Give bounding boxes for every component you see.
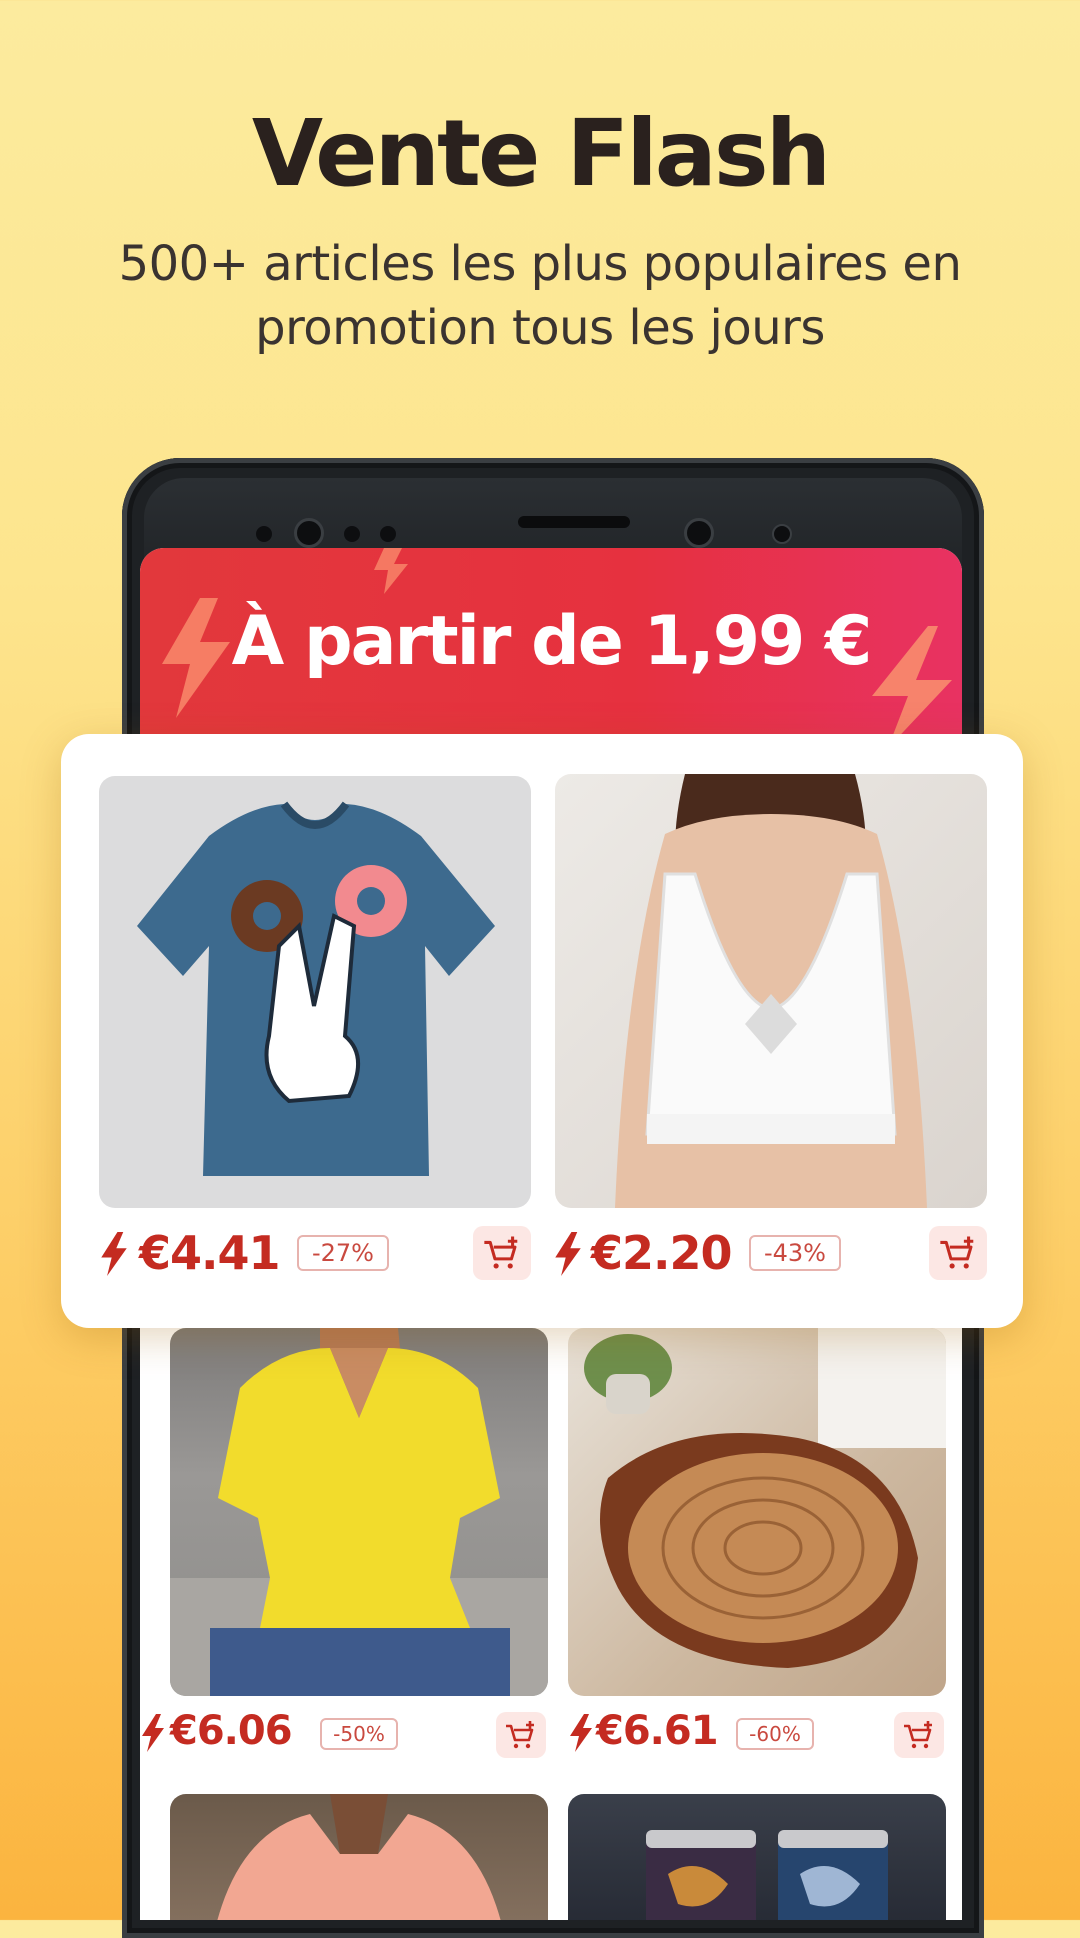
front-camera — [294, 518, 324, 548]
product-price: €6.61 — [596, 1708, 719, 1754]
lightning-bolt-icon — [570, 1714, 592, 1752]
page-title: Vente Flash — [251, 100, 831, 207]
add-to-cart-icon — [506, 1721, 534, 1749]
front-sensor — [256, 526, 272, 542]
front-sensor-3 — [380, 526, 396, 542]
lightning-bolt-icon — [101, 1232, 127, 1276]
lightning-bolt-icon — [142, 1714, 164, 1752]
front-sensor-2 — [344, 526, 360, 542]
lightning-bolt-icon — [374, 548, 408, 594]
discount-badge: -43% — [749, 1235, 841, 1271]
earpiece-speaker — [518, 516, 630, 528]
product-price: €4.41 — [139, 1226, 281, 1280]
dragon-mugs-illustration — [646, 1830, 888, 1920]
banner-text: À partir de 1,99 € — [231, 602, 873, 681]
proximity-sensor — [684, 518, 714, 548]
page-subtitle: 500+ articles les plus populaires en pro… — [60, 232, 1020, 360]
add-to-cart-button[interactable] — [473, 1226, 531, 1280]
product-image-bra[interactable] — [555, 774, 987, 1208]
product-image-wood-rug[interactable] — [568, 1328, 946, 1696]
product-image-pink-shirt[interactable] — [170, 1794, 548, 1920]
subtitle-line-2: promotion tous les jours — [255, 300, 825, 356]
yellow-blouse-illustration — [170, 1328, 548, 1696]
discount-badge: -27% — [297, 1235, 389, 1271]
add-to-cart-icon — [904, 1721, 932, 1749]
product-image-dragon-mugs[interactable] — [568, 1794, 946, 1920]
subtitle-line-1: 500+ articles les plus populaires en — [118, 236, 962, 292]
discount-badge: -50% — [320, 1718, 398, 1750]
discount-badge: -60% — [736, 1718, 814, 1750]
add-to-cart-button[interactable] — [929, 1226, 987, 1280]
add-to-cart-icon — [940, 1236, 974, 1269]
wood-rug-illustration — [584, 1328, 946, 1668]
add-to-cart-button[interactable] — [894, 1712, 944, 1758]
featured-products-card: €4.41 -27% €2.20 -43% — [61, 734, 1023, 1328]
pink-shirt-illustration — [217, 1794, 501, 1920]
bra-illustration — [615, 774, 927, 1208]
lightning-bolt-icon — [555, 1232, 581, 1276]
add-to-cart-icon — [484, 1236, 518, 1269]
product-image-yellow-blouse[interactable] — [170, 1328, 548, 1696]
product-image-tshirt[interactable] — [99, 776, 531, 1208]
flash-sale-banner[interactable]: À partir de 1,99 € — [140, 548, 962, 748]
product-price: €2.20 — [591, 1226, 733, 1280]
add-to-cart-button[interactable] — [496, 1712, 546, 1758]
light-sensor — [772, 524, 792, 544]
product-price: €6.06 — [170, 1708, 293, 1754]
tshirt-illustration — [137, 801, 495, 1176]
